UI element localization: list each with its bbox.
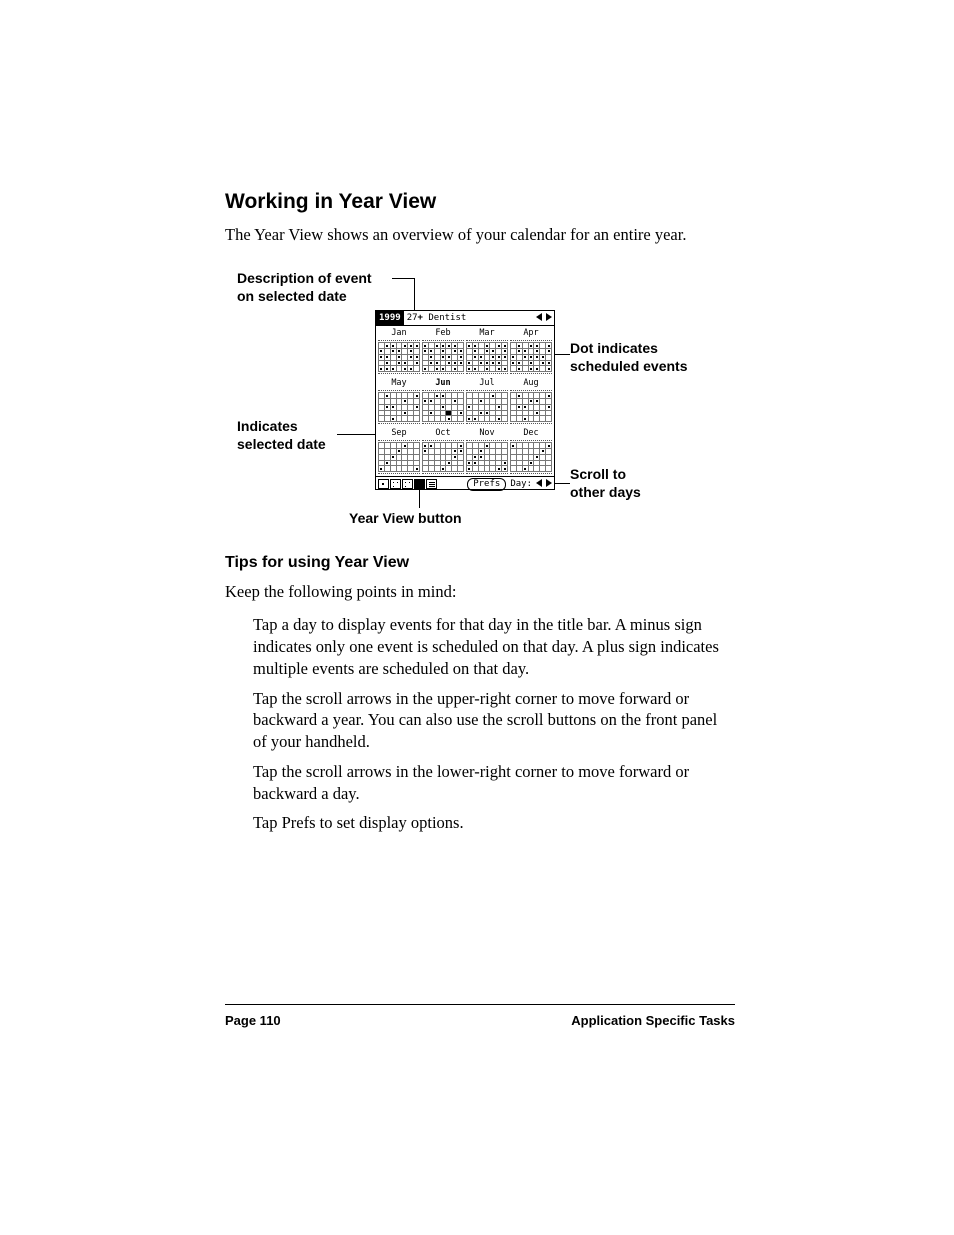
callout-text: Year View button <box>349 510 462 526</box>
month-aug[interactable]: Aug <box>510 378 552 426</box>
agenda-view-button[interactable] <box>426 479 437 489</box>
callout-scroll-days: Scroll to other days <box>570 466 690 501</box>
month-apr[interactable]: Apr <box>510 328 552 376</box>
month-label: Sep <box>378 428 420 438</box>
event-description: 27+ Dentist <box>404 313 534 323</box>
callout-line2: other days <box>570 484 641 500</box>
footer-section-title: Application Specific Tasks <box>571 1013 735 1028</box>
month-label: Jan <box>378 328 420 338</box>
month-label: Jul <box>466 378 508 388</box>
arrow-left-icon[interactable] <box>536 313 544 321</box>
palm-titlebar: 1999 27+ Dentist <box>376 311 554 326</box>
callout-selected-date: Indicates selected date <box>237 418 347 453</box>
month-jul[interactable]: Jul <box>466 378 508 426</box>
footer-page-number: Page 110 <box>225 1013 281 1028</box>
day-label: Day: <box>508 479 534 489</box>
section-heading: Working in Year View <box>225 190 735 214</box>
callout-line1: Indicates <box>237 418 298 434</box>
month-jun[interactable]: Jun <box>422 378 464 426</box>
callout-line1: Description of event <box>237 270 372 286</box>
month-view-button[interactable] <box>402 479 413 489</box>
month-feb[interactable]: Feb <box>422 328 464 376</box>
page-footer: Page 110 Application Specific Tasks <box>225 1004 735 1028</box>
tip-item: Tap the scroll arrows in the lower-right… <box>253 761 735 805</box>
day-view-button[interactable] <box>378 479 389 489</box>
arrow-right-icon[interactable] <box>544 313 552 321</box>
month-label: May <box>378 378 420 388</box>
day-scroll-arrows[interactable] <box>536 479 552 490</box>
tips-list: Tap a day to display events for that day… <box>225 614 735 834</box>
month-oct[interactable]: Oct <box>422 428 464 476</box>
week-view-button[interactable] <box>390 479 401 489</box>
intro-paragraph: The Year View shows an overview of your … <box>225 224 735 246</box>
subsection-heading: Tips for using Year View <box>225 554 735 572</box>
arrow-right-icon[interactable] <box>544 479 552 487</box>
month-label: Aug <box>510 378 552 388</box>
tip-item: Tap the scroll arrows in the upper-right… <box>253 688 735 753</box>
event-name: Dentist <box>428 313 466 323</box>
months-grid: JanFebMarApr MayJunJulAug SepOctNovDec <box>376 326 554 476</box>
month-mar[interactable]: Mar <box>466 328 508 376</box>
callout-line1: Scroll to <box>570 466 626 482</box>
month-jan[interactable]: Jan <box>378 328 420 376</box>
callout-line2: selected date <box>237 436 326 452</box>
month-label: Oct <box>422 428 464 438</box>
year-view-button[interactable] <box>414 479 425 489</box>
callout-dot-indicates: Dot indicates scheduled events <box>570 340 730 375</box>
callout-line1: Dot indicates <box>570 340 658 356</box>
month-label: Feb <box>422 328 464 338</box>
palm-footer: Prefs Day: <box>376 476 554 491</box>
year-scroll-arrows[interactable] <box>534 313 554 324</box>
callout-year-view-button: Year View button <box>349 510 499 528</box>
month-dec[interactable]: Dec <box>510 428 552 476</box>
tip-item: Tap Prefs to set display options. <box>253 812 735 834</box>
palm-screenshot: 1999 27+ Dentist JanFebMarApr MayJunJulAu… <box>375 310 555 490</box>
month-may[interactable]: May <box>378 378 420 426</box>
month-label: Mar <box>466 328 508 338</box>
prefs-button[interactable]: Prefs <box>467 478 506 491</box>
callout-line2: scheduled events <box>570 358 688 374</box>
tips-lead: Keep the following points in mind: <box>225 582 735 602</box>
arrow-left-icon[interactable] <box>536 479 544 487</box>
month-label: Jun <box>422 378 464 388</box>
tip-item: Tap a day to display events for that day… <box>253 614 735 679</box>
month-sep[interactable]: Sep <box>378 428 420 476</box>
callout-event-description: Description of event on selected date <box>237 270 407 305</box>
year-chip[interactable]: 1999 <box>376 311 404 325</box>
figure-year-view: Description of event on selected date In… <box>225 270 735 530</box>
month-label: Nov <box>466 428 508 438</box>
callout-line2: on selected date <box>237 288 347 304</box>
month-label: Dec <box>510 428 552 438</box>
event-day: 27 <box>407 313 418 323</box>
view-buttons <box>378 479 437 489</box>
month-nov[interactable]: Nov <box>466 428 508 476</box>
month-label: Apr <box>510 328 552 338</box>
event-marker-icon: + <box>418 313 423 323</box>
